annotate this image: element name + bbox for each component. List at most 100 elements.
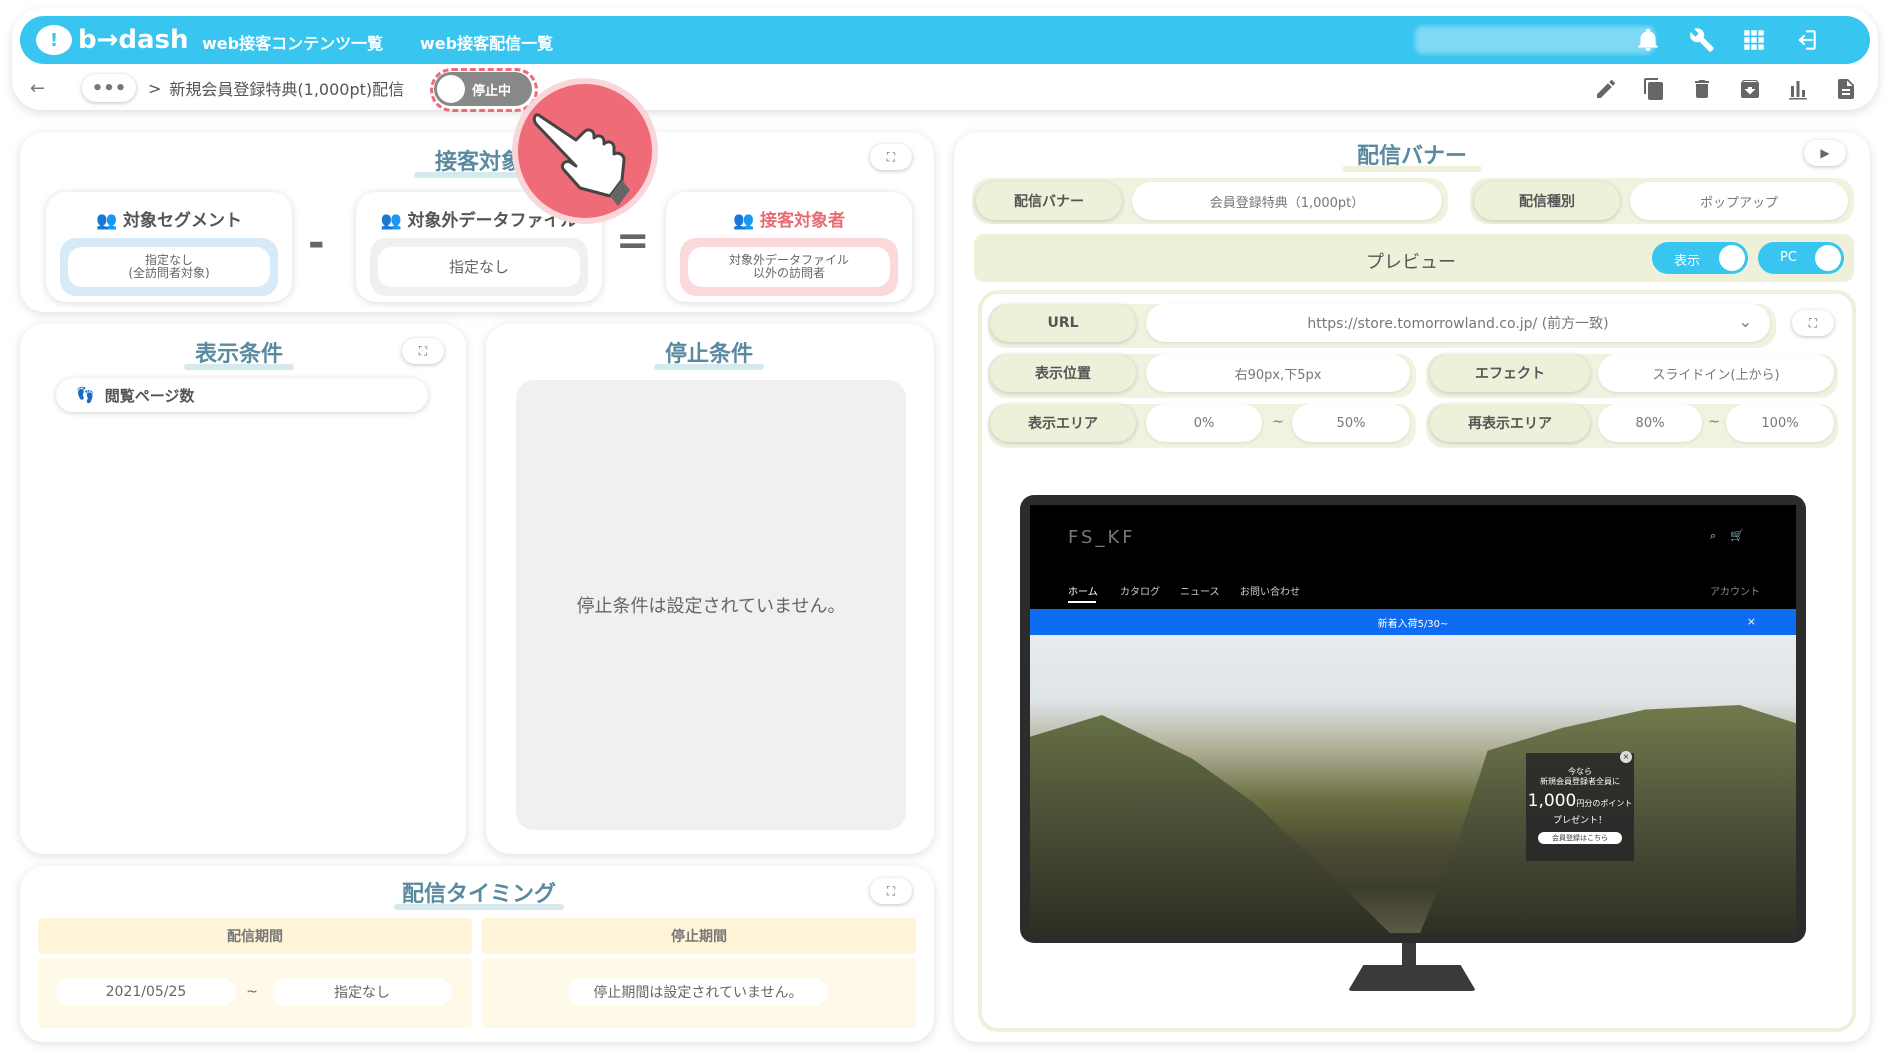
- toggle-knob: [437, 75, 465, 103]
- condition-page-views[interactable]: 👣 閲覧ページ数: [56, 378, 428, 412]
- nav-web-content-list[interactable]: web接客コンテンツ一覧: [202, 30, 383, 54]
- site-notice-bar: 新着入荷5/30~ ×: [1030, 609, 1796, 635]
- site-menu-account: アカウント: [1710, 587, 1760, 598]
- result-label: 👥 接客対象者: [732, 211, 846, 231]
- logout-icon[interactable]: [1790, 24, 1822, 56]
- result-value-note: 以外の訪問者: [752, 266, 825, 280]
- banner-value[interactable]: 会員登録特典（1,000pt）: [1132, 182, 1442, 220]
- site-hero-image: × 今なら 新規会員登録者全員に 1,000円分のポイント プレゼント！ 会員登録…: [1030, 635, 1796, 933]
- chevron-down-icon: ⌄: [1738, 312, 1752, 331]
- expand-icon[interactable]: ⛶: [870, 878, 912, 904]
- document-icon[interactable]: [1822, 74, 1870, 104]
- segment-value-note: (全訪問者対象): [128, 266, 210, 280]
- pc-toggle[interactable]: PC: [1758, 242, 1844, 274]
- bell-icon[interactable]: [1632, 24, 1664, 56]
- expand-icon[interactable]: ⛶: [402, 338, 444, 364]
- excluded-value-box: 指定なし: [370, 238, 588, 296]
- banner-popup: × 今なら 新規会員登録者全員に 1,000円分のポイント プレゼント！ 会員登録…: [1526, 751, 1634, 861]
- effect-label: エフェクト: [1430, 354, 1590, 392]
- position-label: 表示位置: [990, 354, 1136, 392]
- pointing-hand-icon: [532, 113, 630, 206]
- effect-value: スライドイン(上から): [1598, 354, 1834, 392]
- grid-icon[interactable]: [1738, 24, 1770, 56]
- site-search-icon: ⌕: [1710, 529, 1717, 542]
- wrench-icon[interactable]: [1686, 24, 1718, 56]
- expand-icon[interactable]: ⛶: [870, 144, 912, 170]
- display-conditions-card: 表示条件 ⛶ 👣 閲覧ページ数: [20, 324, 466, 854]
- redisplay-from: 80%: [1598, 404, 1702, 442]
- target-card: 接客対象 ⛶ 👥 対象セグメント 指定なし (全訪問者対象) - 👥 対象外データ…: [20, 132, 934, 312]
- site-menu-catalog: カタログ: [1120, 587, 1160, 598]
- users-icon: 👥: [380, 211, 402, 231]
- edit-icon[interactable]: [1582, 74, 1630, 104]
- position-value: 右90px,下5px: [1146, 354, 1410, 392]
- logo-bubble-icon: !: [36, 25, 72, 55]
- banner-label: 配信バナー: [976, 182, 1122, 220]
- site-cart-icon: 🛒: [1730, 529, 1744, 542]
- popup-unit: 円分の: [1576, 799, 1601, 808]
- hero-cliff-left: [1030, 715, 1390, 933]
- condition-label: 閲覧ページ数: [104, 386, 195, 405]
- area-label: 表示エリア: [990, 404, 1136, 442]
- chart-icon[interactable]: [1774, 74, 1822, 104]
- excluded-value: 指定なし: [448, 257, 509, 276]
- users-icon: 👥: [732, 211, 755, 231]
- segment-box[interactable]: 👥 対象セグメント 指定なし (全訪問者対象): [46, 192, 292, 302]
- area-tilde: ~: [1272, 414, 1284, 430]
- toolbar: [1582, 74, 1870, 104]
- top-nav-bar: ! b→dash web接客コンテンツ一覧 web接客配信一覧: [20, 16, 1870, 64]
- popup-amount: 1,000: [1527, 791, 1577, 811]
- timing-title: 配信タイミング: [394, 876, 564, 910]
- banner-panel-title: 配信バナー: [1342, 138, 1482, 172]
- breadcrumb-more-button[interactable]: •••: [82, 74, 136, 102]
- url-select[interactable]: https://store.tomorrowland.co.jp/ (前方一致)…: [1146, 304, 1770, 342]
- footprint-icon: 👣: [76, 386, 95, 404]
- monitor-stand: [1348, 965, 1476, 991]
- redisplay-to: 100%: [1726, 404, 1834, 442]
- site-preview-screen: FS_KF ⌕ 🛒 ホーム カタログ ニュース お問い合わせ アカウント 新着入…: [1030, 505, 1796, 933]
- stop-period-header: 停止期間: [482, 918, 916, 954]
- popup-line2: 新規会員登録者全員に: [1540, 777, 1620, 786]
- site-notice-close-icon: ×: [1746, 615, 1756, 628]
- expand-icon[interactable]: ⛶: [1792, 310, 1834, 336]
- display-conditions-title: 表示条件: [184, 336, 294, 370]
- redisplay-tilde: ~: [1708, 414, 1720, 430]
- popup-close-icon: ×: [1620, 751, 1632, 763]
- end-date: 指定なし: [272, 978, 452, 1006]
- type-value[interactable]: ポップアップ: [1630, 182, 1848, 220]
- segment-value-box: 指定なし (全訪問者対象): [60, 238, 278, 296]
- users-icon: 👥: [95, 211, 118, 231]
- breadcrumb-current: 新規会員登録特典(1,000pt)配信: [169, 80, 405, 99]
- site-notice-text: 新着入荷5/30~: [1377, 618, 1449, 630]
- copy-icon[interactable]: [1630, 74, 1678, 104]
- back-arrow-icon[interactable]: ←: [30, 78, 66, 99]
- area-to: 50%: [1292, 404, 1410, 442]
- breadcrumb-separator: >: [148, 78, 162, 98]
- preview-label: プレビュー: [1366, 252, 1456, 273]
- nav-web-delivery-list[interactable]: web接客配信一覧: [420, 30, 553, 54]
- trash-icon[interactable]: [1678, 74, 1726, 104]
- page: ! b→dash web接客コンテンツ一覧 web接客配信一覧 ← ••• > …: [0, 0, 1890, 1063]
- site-menu-news: ニュース: [1180, 587, 1220, 598]
- stop-period-value: 停止期間は設定されていません。: [568, 978, 828, 1006]
- result-value-box: 対象外データファイル 以外の訪問者: [680, 238, 898, 296]
- start-date: 2021/05/25: [56, 978, 236, 1006]
- popup-unit2: ポイント: [1600, 799, 1633, 808]
- url-label: URL: [990, 304, 1136, 342]
- monitor-preview: FS_KF ⌕ 🛒 ホーム カタログ ニュース お問い合わせ アカウント 新着入…: [1020, 495, 1806, 943]
- minus-operator: -: [308, 220, 325, 266]
- archive-icon[interactable]: [1726, 74, 1774, 104]
- app-logo[interactable]: ! b→dash: [36, 22, 189, 58]
- site-logo: FS_KF: [1068, 527, 1136, 548]
- logo-text: b→dash: [78, 25, 189, 55]
- type-label: 配信種別: [1474, 182, 1620, 220]
- stop-conditions-empty: 停止条件は設定されていません。: [516, 380, 906, 830]
- popup-present: プレゼント！: [1552, 816, 1607, 826]
- play-icon[interactable]: ▶: [1804, 140, 1846, 166]
- popup-line1: 今なら: [1568, 767, 1592, 776]
- site-menu-contact: お問い合わせ: [1240, 587, 1300, 598]
- period-tilde: ~: [246, 984, 258, 1000]
- show-toggle[interactable]: 表示: [1652, 242, 1748, 274]
- result-box[interactable]: 👥 接客対象者 対象外データファイル 以外の訪問者: [666, 192, 912, 302]
- area-from: 0%: [1146, 404, 1262, 442]
